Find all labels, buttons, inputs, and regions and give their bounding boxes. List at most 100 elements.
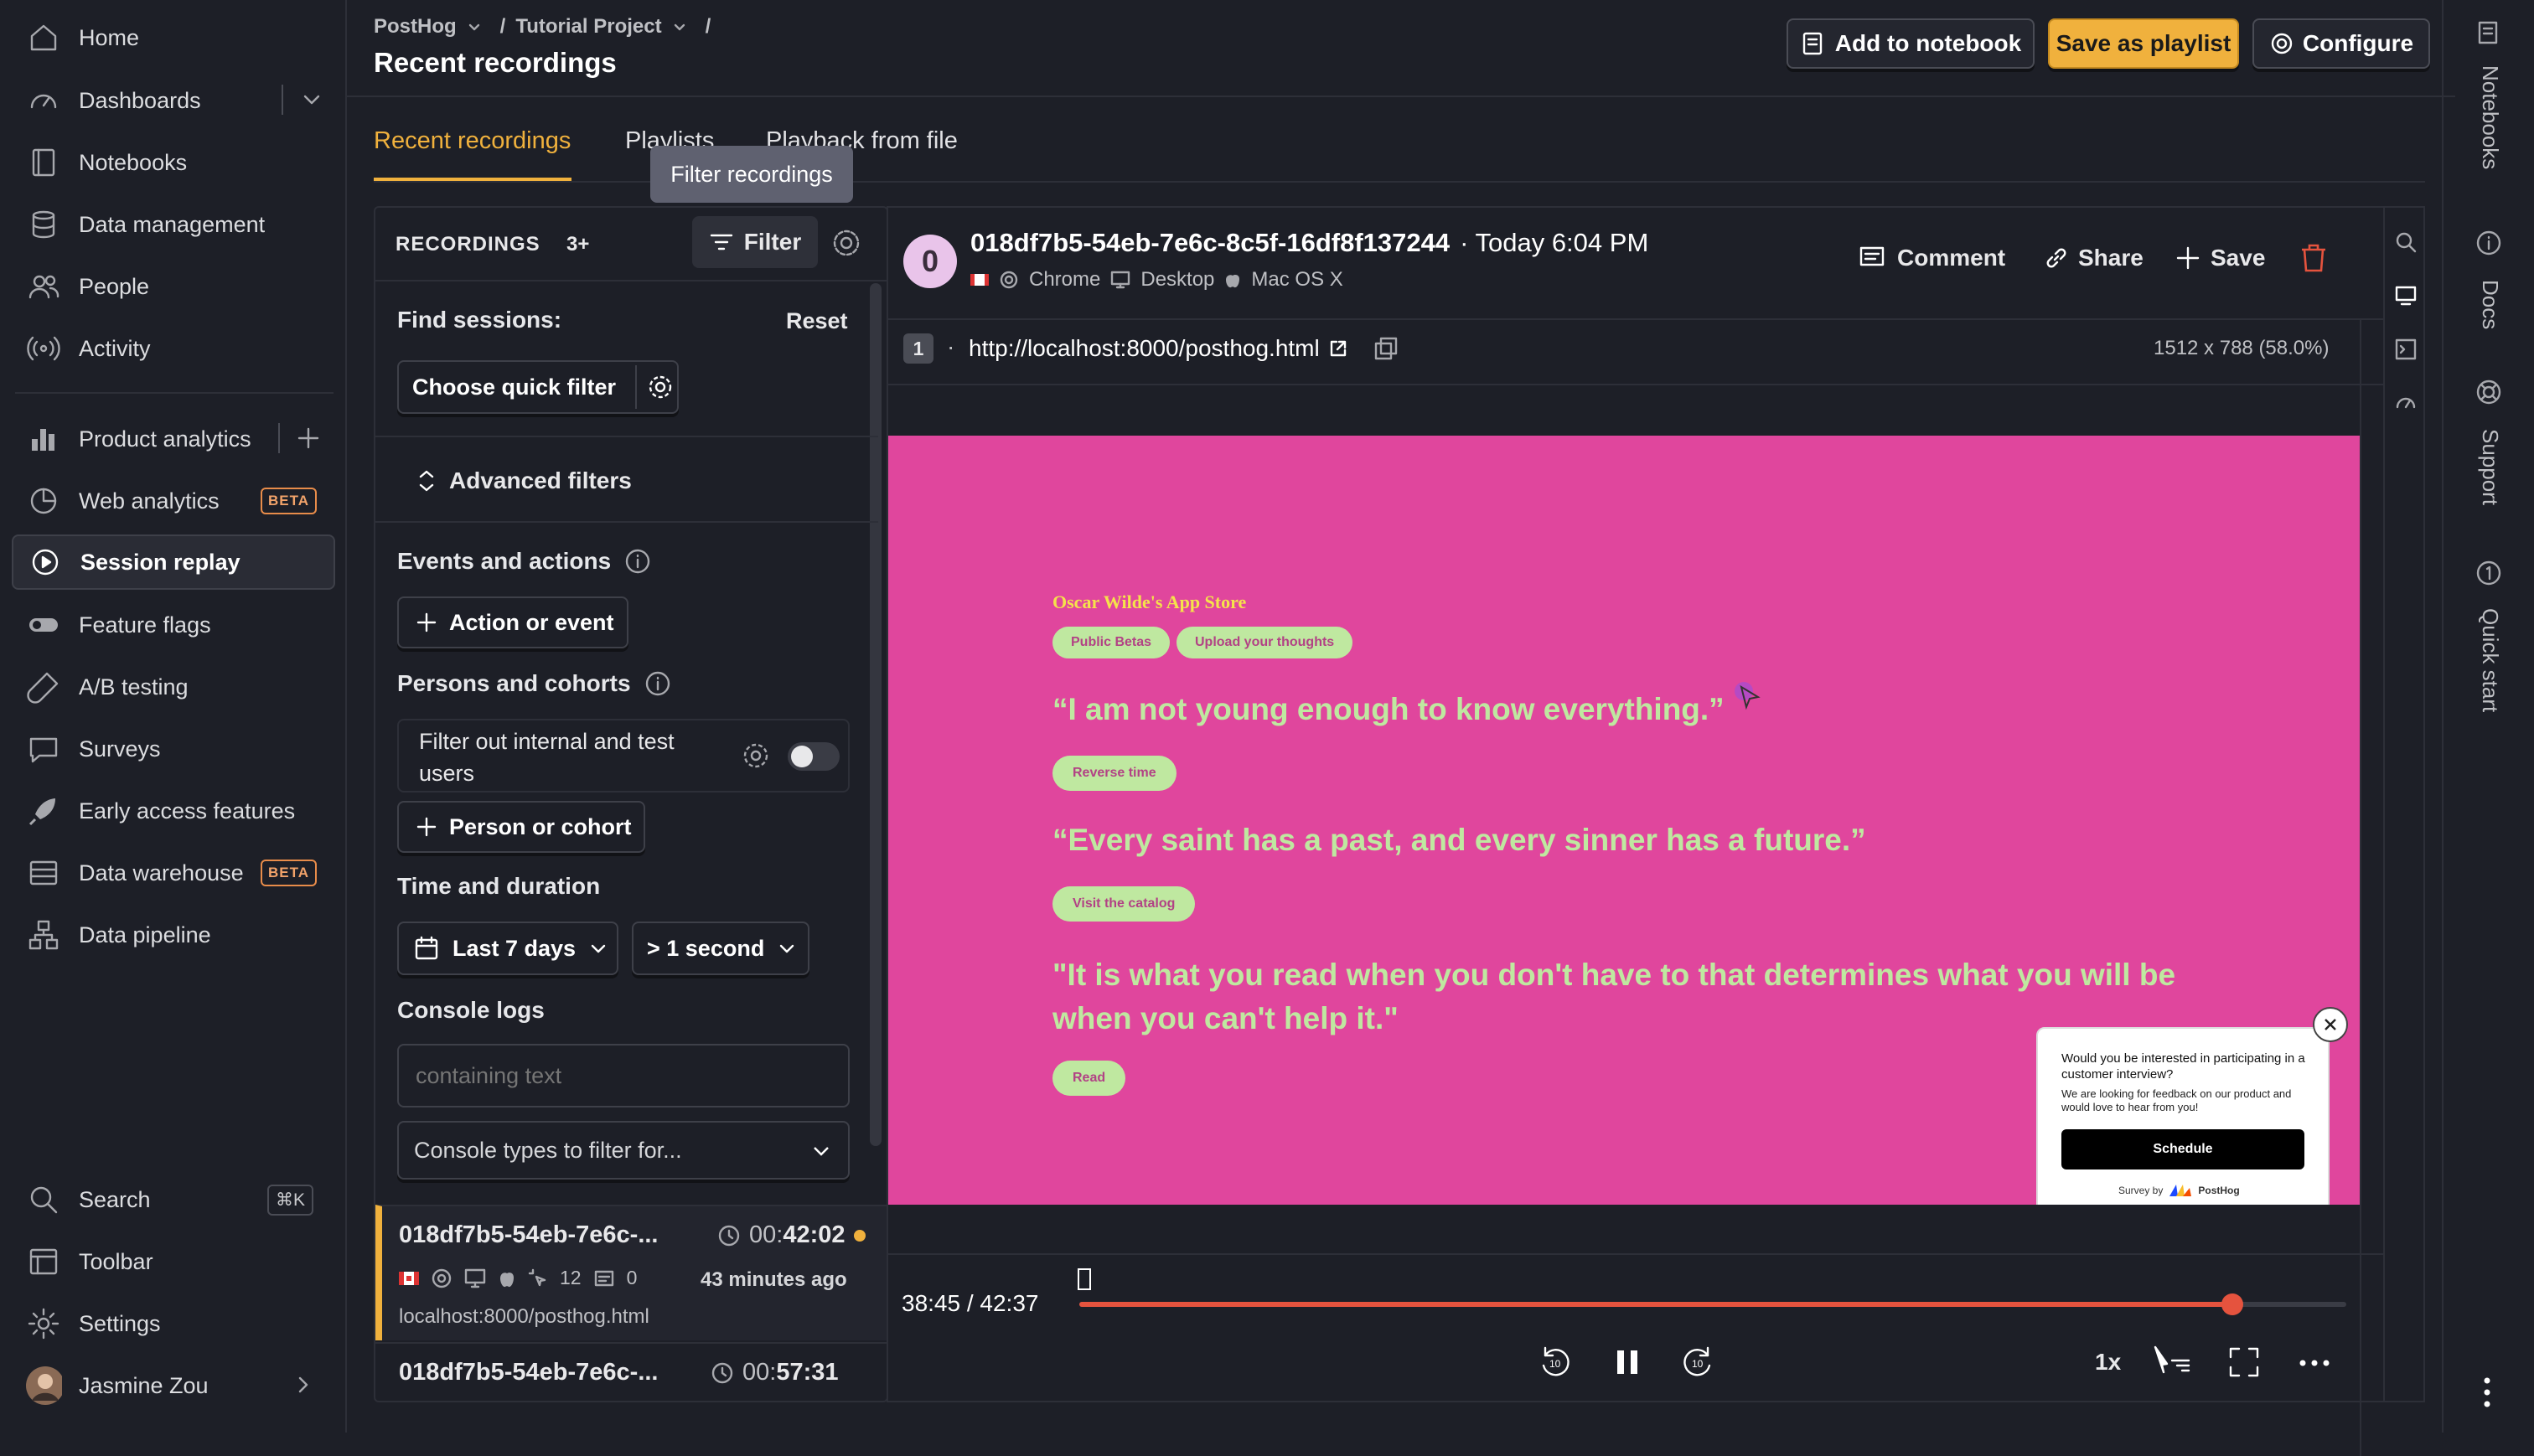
- svg-text:10: 10: [1692, 1358, 1704, 1370]
- quick-filter-button[interactable]: Choose quick filter: [397, 360, 679, 414]
- console-types-select[interactable]: Console types to filter for...: [397, 1121, 850, 1180]
- site-chip: Public Betas: [1052, 627, 1171, 658]
- configure-button[interactable]: Configure: [2252, 18, 2430, 69]
- top-bar: PostHog / Tutorial Project / Recent reco…: [347, 0, 2455, 97]
- add-person-button[interactable]: Person or cohort: [397, 801, 645, 853]
- replay-icon: [27, 544, 64, 581]
- info-icon[interactable]: [624, 548, 651, 575]
- timeline-track[interactable]: [1079, 1293, 2346, 1315]
- save-button[interactable]: Save: [2175, 245, 2265, 271]
- console-inspector-icon[interactable]: [2393, 337, 2418, 362]
- recording-duration: 00: 57:31: [711, 1359, 839, 1386]
- settings-gear-icon[interactable]: [831, 228, 861, 258]
- advanced-filters-toggle[interactable]: Advanced filters: [417, 467, 632, 494]
- docs-link[interactable]: Docs: [2477, 280, 2503, 329]
- nav-feature-flags[interactable]: Feature flags: [12, 597, 335, 653]
- internal-users-toggle[interactable]: [788, 742, 840, 771]
- timeline-scrubber[interactable]: [2221, 1293, 2243, 1315]
- search-icon[interactable]: [2393, 230, 2418, 255]
- desktop-icon: [1111, 271, 1130, 289]
- notebook-icon[interactable]: [2475, 20, 2500, 45]
- session-meta: Chrome Desktop Mac OS X: [970, 268, 1343, 292]
- info-icon[interactable]: [644, 670, 671, 697]
- nav-session-replay[interactable]: Session replay: [12, 534, 335, 590]
- plus-icon: [2176, 246, 2200, 270]
- nav-home[interactable]: Home: [12, 10, 335, 65]
- nav-toolbar[interactable]: Toolbar: [12, 1234, 335, 1289]
- share-button[interactable]: Share: [2045, 245, 2144, 271]
- gear-icon: [2271, 33, 2293, 54]
- more-options-icon[interactable]: [2298, 1350, 2331, 1376]
- add-to-notebook-button[interactable]: Add to notebook: [1787, 18, 2035, 69]
- pause-icon[interactable]: [1611, 1345, 1644, 1379]
- flag-icon: [970, 274, 989, 286]
- plus-icon[interactable]: [297, 426, 320, 450]
- nav-activity[interactable]: Activity: [12, 321, 335, 376]
- nav-product-analytics[interactable]: Product analytics: [12, 411, 335, 467]
- support-link[interactable]: Support: [2477, 429, 2503, 505]
- gear-icon[interactable]: [741, 741, 771, 771]
- nav-data-warehouse[interactable]: Data warehouse BETA: [12, 845, 335, 901]
- nav-notebooks[interactable]: Notebooks: [12, 135, 335, 190]
- resolution-label: 1512 x 788 (58.0%): [2154, 337, 2330, 359]
- performance-icon[interactable]: [2393, 390, 2418, 416]
- comment-button[interactable]: Comment: [1859, 245, 2005, 271]
- skip-forward-icon[interactable]: 10: [1679, 1344, 1716, 1381]
- notebooks-link[interactable]: Notebooks: [2477, 65, 2503, 169]
- skip-back-icon[interactable]: 10: [1537, 1344, 1574, 1381]
- internal-users-filter: Filter out internal and test users: [397, 719, 850, 793]
- recordings-count: 3+: [566, 233, 590, 256]
- speed-button[interactable]: 1x: [2095, 1349, 2121, 1376]
- nav-ab-testing[interactable]: A/B testing: [12, 659, 335, 715]
- save-as-playlist-button[interactable]: Save as playlist: [2048, 18, 2239, 69]
- plus-icon: [416, 612, 437, 632]
- recording-item-active[interactable]: 018df7b5-54eb-7e6c-... 00: 42:02 12 0 43 …: [375, 1205, 887, 1340]
- support-icon[interactable]: [2475, 379, 2502, 405]
- chat-icon: [25, 731, 62, 767]
- timeline-marker[interactable]: [1078, 1268, 1091, 1290]
- bar-chart-icon: [25, 421, 62, 457]
- filter-icon: [710, 234, 732, 250]
- duration-select[interactable]: > 1 second: [632, 922, 809, 975]
- recording-id: 018df7b5-54eb-7e6c-...: [399, 1359, 659, 1386]
- chevron-down-icon[interactable]: [302, 90, 322, 110]
- beta-badge: BETA: [260, 488, 317, 514]
- filter-button[interactable]: Filter: [692, 216, 818, 268]
- more-vertical-icon[interactable]: [2480, 1376, 2494, 1409]
- nav-surveys[interactable]: Surveys: [12, 721, 335, 777]
- nav-data-pipeline[interactable]: Data pipeline: [12, 907, 335, 963]
- copy-icon[interactable]: [1373, 336, 1399, 361]
- nav-settings[interactable]: Settings: [12, 1296, 335, 1351]
- date-range-select[interactable]: Last 7 days: [397, 922, 618, 975]
- external-link-icon[interactable]: [1328, 338, 1348, 359]
- info-icon[interactable]: [2475, 230, 2502, 256]
- breadcrumb-project[interactable]: Tutorial Project: [515, 15, 661, 39]
- add-action-button[interactable]: Action or event: [397, 596, 628, 648]
- quick-start-link[interactable]: Quick start: [2477, 608, 2503, 712]
- console-text-input[interactable]: [397, 1044, 850, 1107]
- recording-item[interactable]: 018df7b5-54eb-7e6c-... 00: 57:31: [375, 1342, 887, 1401]
- nav-early-access[interactable]: Early access features: [12, 783, 335, 839]
- nav-data-management[interactable]: Data management: [12, 197, 335, 252]
- skip-inactivity-icon[interactable]: [2152, 1344, 2192, 1377]
- events-inspector-icon[interactable]: [2393, 283, 2418, 308]
- tab-recent-recordings[interactable]: Recent recordings: [374, 127, 571, 155]
- quick-start-icon[interactable]: [2475, 560, 2502, 586]
- person-avatar[interactable]: 0: [903, 235, 957, 288]
- nav-people[interactable]: People: [12, 259, 335, 314]
- recordings-heading: RECORDINGS: [396, 233, 540, 256]
- delete-icon[interactable]: [2299, 243, 2328, 273]
- nav-search[interactable]: Search ⌘K: [12, 1172, 335, 1227]
- comment-icon: [1859, 246, 1885, 266]
- user-menu[interactable]: Jasmine Zou: [12, 1358, 335, 1413]
- flask-icon: [25, 669, 62, 705]
- gear-icon[interactable]: [647, 374, 674, 400]
- people-icon: [25, 268, 62, 305]
- nav-dashboards[interactable]: Dashboards: [12, 73, 335, 128]
- reset-button[interactable]: Reset: [786, 308, 848, 334]
- nav-web-analytics[interactable]: Web analytics BETA: [12, 473, 335, 529]
- replay-viewport[interactable]: Oscar Wilde's App Store Public Betas Upl…: [888, 436, 2360, 1205]
- fullscreen-icon[interactable]: [2227, 1345, 2261, 1379]
- panel-scrollbar[interactable]: [870, 283, 882, 1146]
- breadcrumb-org[interactable]: PostHog: [374, 15, 457, 39]
